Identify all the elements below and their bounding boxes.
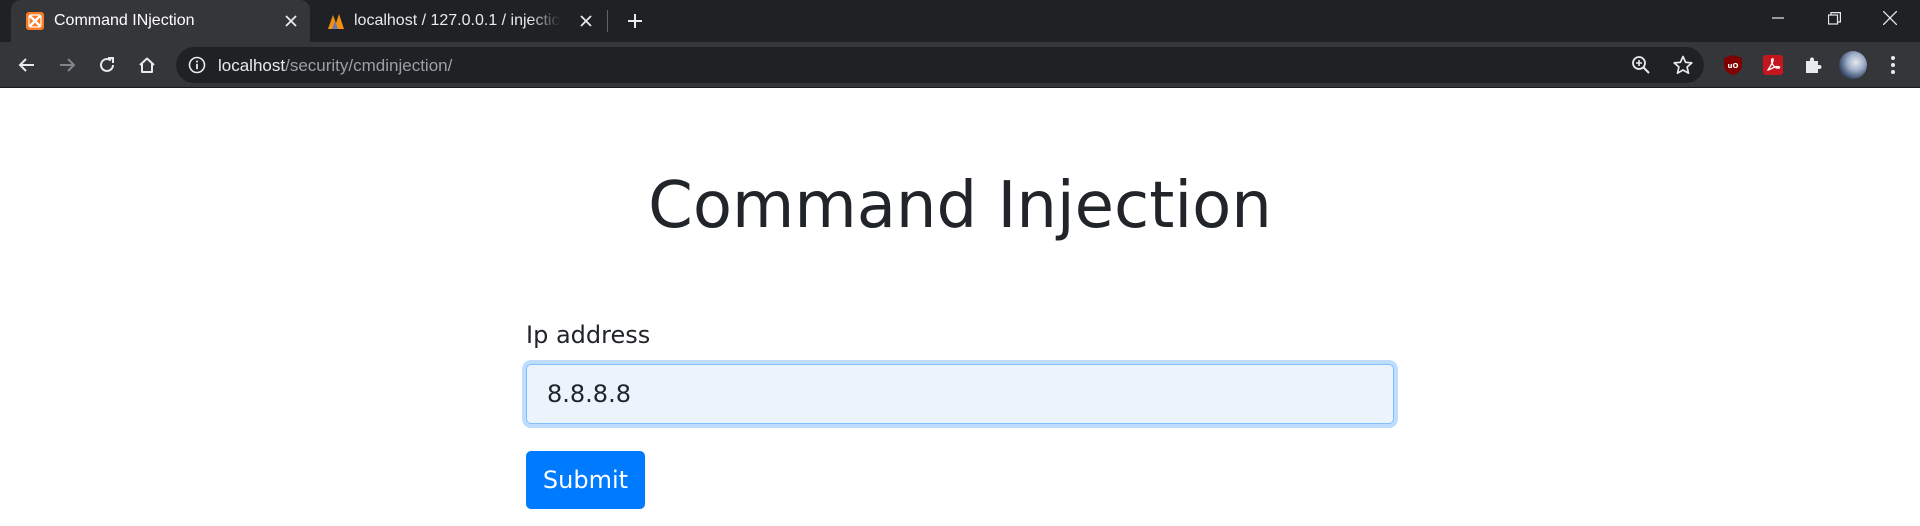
minimize-icon xyxy=(1772,17,1784,19)
submit-button[interactable]: Submit xyxy=(526,451,645,509)
home-button[interactable] xyxy=(133,51,161,79)
svg-text:uO: uO xyxy=(1728,62,1739,70)
reload-button[interactable] xyxy=(93,51,121,79)
zoom-icon[interactable] xyxy=(1631,55,1651,75)
browser-toolbar: localhost/security/cmdinjection/ uO xyxy=(0,42,1920,88)
ublock-origin-icon[interactable]: uO xyxy=(1722,54,1744,76)
url-path: /security/cmdinjection/ xyxy=(285,56,453,75)
close-icon xyxy=(1883,11,1897,25)
tab-separator xyxy=(607,10,608,32)
home-icon xyxy=(139,57,155,73)
address-bar[interactable]: localhost/security/cmdinjection/ xyxy=(176,47,1704,83)
menu-dot xyxy=(1891,70,1895,74)
plus-icon xyxy=(628,14,642,28)
page-content: Command Injection Ip address Submit xyxy=(0,89,1920,526)
menu-dot xyxy=(1891,63,1895,67)
close-icon[interactable] xyxy=(576,11,596,31)
extensions-puzzle-icon[interactable] xyxy=(1802,54,1824,76)
info-icon[interactable] xyxy=(188,56,206,74)
forward-button[interactable] xyxy=(53,51,81,79)
ip-address-input[interactable] xyxy=(526,364,1394,424)
profile-avatar[interactable] xyxy=(1839,51,1867,79)
back-button[interactable] xyxy=(13,51,41,79)
restore-button[interactable] xyxy=(1806,0,1862,36)
close-icon[interactable] xyxy=(281,11,301,31)
arrow-left-icon xyxy=(18,58,34,72)
xampp-icon xyxy=(26,12,44,30)
adobe-pdf-icon[interactable] xyxy=(1762,54,1784,76)
page-title: Command Injection xyxy=(648,169,1272,243)
reload-icon xyxy=(100,57,114,72)
ip-address-label: Ip address xyxy=(526,321,651,349)
star-icon[interactable] xyxy=(1672,54,1694,76)
new-tab-button[interactable] xyxy=(622,10,648,32)
phpmyadmin-icon xyxy=(328,14,344,29)
minimize-button[interactable] xyxy=(1750,0,1806,36)
url-host: localhost xyxy=(218,56,286,75)
tab-command-injection[interactable]: Command INjection xyxy=(11,0,310,42)
browser-titlebar: Command INjection localhost / 127.0.0.1 … xyxy=(0,0,1920,42)
browser-menu-button[interactable] xyxy=(1882,53,1904,77)
url-text[interactable]: localhost/security/cmdinjection/ xyxy=(218,56,452,76)
tab-phpmyadmin[interactable]: localhost / 127.0.0.1 / injection / xyxy=(312,0,604,42)
window-close-button[interactable] xyxy=(1862,0,1918,36)
tab-title: Command INjection xyxy=(54,12,195,29)
tab-title: localhost / 127.0.0.1 / injection / xyxy=(354,12,560,30)
arrow-right-icon xyxy=(60,58,76,72)
restore-icon xyxy=(1827,11,1841,25)
menu-dot xyxy=(1891,56,1895,60)
